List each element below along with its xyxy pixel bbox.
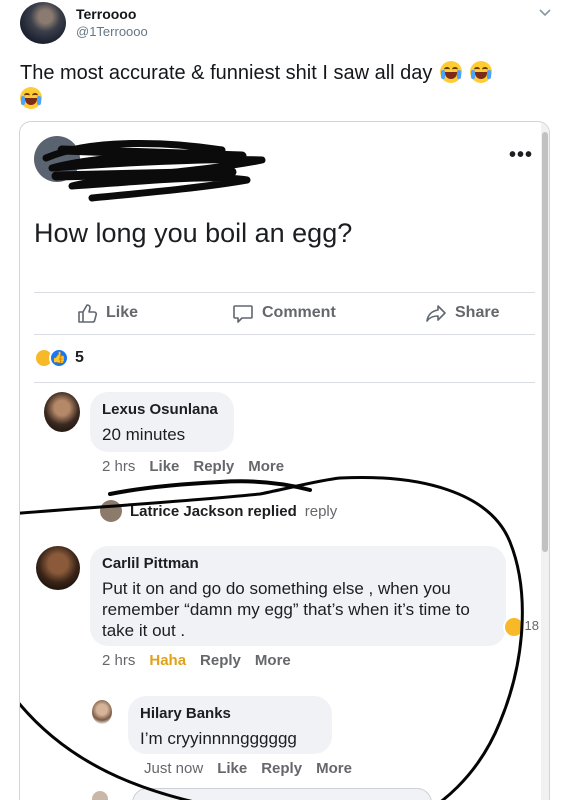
tears-of-joy-icon	[20, 87, 42, 109]
tweet-author-avatar[interactable]	[20, 2, 66, 44]
comment-time: 2 hrs	[102, 458, 136, 475]
tweet-text-body: The most accurate & funniest shit I saw …	[20, 62, 433, 84]
commenter-name[interactable]: Carlil Pittman	[102, 554, 494, 574]
like-label: Like	[106, 304, 139, 321]
reply-bubble: Hilary Banks I’m cryyinnnngggggg	[128, 696, 332, 754]
thumbs-up-icon	[78, 304, 98, 323]
comment-bubble: Carlil Pittman Put it on and go do somet…	[90, 546, 506, 646]
scrollbar-thumb[interactable]	[542, 132, 548, 552]
share-label: Share	[455, 304, 500, 321]
scrollbar[interactable]	[541, 122, 549, 800]
current-user-avatar	[92, 791, 108, 800]
reply-actions: Just now Like Reply More	[144, 760, 352, 777]
replies-summary[interactable]: Latrice Jackson replied reply	[100, 500, 337, 522]
share-button[interactable]: Share	[425, 302, 499, 324]
divider	[34, 334, 535, 335]
comment-text: 20 minutes	[102, 425, 186, 444]
comment-more-link[interactable]: More	[248, 458, 284, 475]
divider	[34, 382, 535, 383]
reaction-summary[interactable]: 👍 5	[34, 348, 84, 368]
post-question: How long you boil an egg?	[34, 218, 353, 248]
replies-summary-suffix: reply	[304, 502, 338, 520]
comment-label: Comment	[262, 304, 336, 321]
tweet-author-handle[interactable]: @1Terroooo	[76, 24, 148, 39]
scribbled-out-author-name	[42, 139, 266, 202]
comment-actions: 2 hrs Like Reply More	[102, 458, 284, 475]
tears-of-joy-icon	[439, 61, 462, 83]
haha-reaction-icon[interactable]	[503, 616, 525, 638]
comment-reply-link[interactable]: Reply	[200, 652, 241, 669]
comment-icon	[233, 305, 253, 323]
reply-like-link[interactable]: Like	[217, 760, 247, 777]
like-button[interactable]: Like	[76, 302, 138, 324]
reply-avatar[interactable]	[92, 700, 112, 724]
share-icon	[426, 305, 446, 322]
reply-time: Just now	[144, 760, 204, 777]
reply-reply-link[interactable]: Reply	[261, 760, 302, 777]
comment-haha-link[interactable]: Haha	[149, 652, 186, 669]
comment-time: 2 hrs	[102, 652, 136, 669]
commenter-name[interactable]: Lexus Osunlana	[102, 400, 222, 420]
comment-bubble: Lexus Osunlana 20 minutes	[90, 392, 234, 452]
chevron-down-icon[interactable]	[537, 4, 553, 20]
replies-summary-text: Latrice Jackson replied	[130, 502, 297, 520]
replier-avatar	[100, 500, 122, 522]
reply-text: I’m cryyinnnngggggg	[140, 729, 297, 748]
comment-reaction-count: 18	[524, 618, 539, 633]
reply-more-link[interactable]: More	[316, 760, 352, 777]
commenter-avatar[interactable]	[36, 546, 80, 590]
comment-like-link[interactable]: Like	[149, 458, 179, 475]
tears-of-joy-icon	[469, 61, 492, 83]
like-reaction-icon: 👍	[49, 348, 69, 368]
comment-button[interactable]: Comment	[232, 302, 336, 324]
embedded-screenshot[interactable]: ••• How long you boil an egg? Like Comme…	[19, 121, 550, 800]
tweet-author-name[interactable]: Terroooo	[76, 6, 136, 22]
comment-actions: 2 hrs Haha Reply More	[102, 652, 291, 669]
reaction-count: 5	[75, 349, 84, 366]
comment-reply-link[interactable]: Reply	[193, 458, 234, 475]
comment-text: Put it on and go do something else , whe…	[102, 579, 470, 640]
commenter-avatar[interactable]	[44, 392, 80, 432]
tweet-text: The most accurate & funniest shit I saw …	[20, 60, 540, 112]
reply-author-name[interactable]: Hilary Banks	[140, 704, 320, 724]
more-options-icon[interactable]: •••	[509, 144, 533, 167]
divider	[34, 292, 535, 293]
comment-more-link[interactable]: More	[255, 652, 291, 669]
write-reply-input[interactable]	[132, 788, 432, 800]
